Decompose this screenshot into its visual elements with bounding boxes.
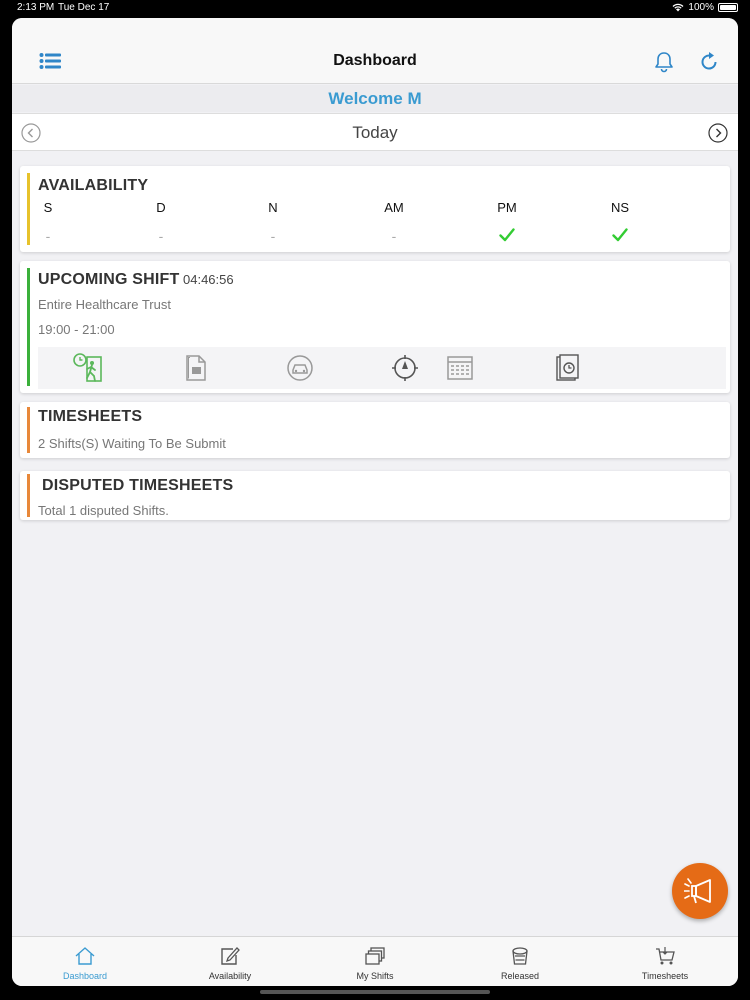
availability-value: - [270,228,276,244]
tab-timesheets[interactable]: Timesheets [605,937,725,986]
tab-my-shifts[interactable]: My Shifts [315,937,435,986]
availability-key: NS [610,200,630,215]
announcements-button[interactable] [672,863,728,919]
availability-title: AVAILABILITY [38,177,149,194]
upcoming-shift-card[interactable]: UPCOMING SHIFT 04:46:56 Entire Healthcar… [20,261,730,393]
availability-value: - [45,228,51,244]
timesheets-title: TIMESHEETS [38,408,143,425]
availability-key: AM [384,200,404,215]
nav-bar: Dashboard [12,18,738,84]
clock-in-icon [73,353,102,382]
shift-time: 19:00 - 21:00 [38,322,115,337]
cart-icon [656,947,675,965]
refresh-button[interactable] [697,50,721,74]
timesheet-doc-button[interactable] [552,352,584,384]
bell-icon [655,52,673,73]
megaphone-icon [684,878,711,904]
availability-key: N [268,200,278,215]
battery-icon [718,3,738,12]
next-day-button[interactable] [708,123,728,143]
layers-icon [365,947,385,965]
upcoming-shift-accent-bar [27,268,30,386]
availability-key: S [43,200,53,215]
car-button[interactable] [284,352,316,384]
edit-icon [221,947,240,965]
checkmark-icon [499,228,515,242]
page-title: Dashboard [333,52,417,69]
home-indicator [260,990,490,994]
status-time: 2:13 PM [17,2,55,13]
navigation-button[interactable] [389,352,421,384]
tab-label: My Shifts [356,971,394,981]
chevron-right-circle-icon [708,123,728,143]
car-icon [287,355,313,381]
app-frame: Dashboard Welcome M Today AVAILABILITY S… [12,18,738,986]
upcoming-shift-title: UPCOMING SHIFT [38,271,180,288]
availability-value: - [391,228,397,244]
shift-actions [38,347,726,389]
document-clock-icon [556,354,579,381]
tab-label: Dashboard [62,971,108,981]
shift-countdown: 04:46:56 [183,272,234,287]
document-icon [186,355,206,381]
disputed-timesheets-card[interactable]: DISPUTED TIMESHEETS Total 1 disputed Shi… [20,471,730,520]
clock-in-button[interactable] [72,352,104,384]
timesheets-card[interactable]: TIMESHEETS 2 Shifts(S) Waiting To Be Sub… [20,402,730,458]
welcome-banner: Welcome M [12,85,738,112]
wifi-icon [672,3,684,12]
tab-label: Released [500,971,540,981]
shift-trust: Entire Healthcare Trust [38,297,171,312]
availability-card[interactable]: AVAILABILITY S - D - N - AM - PM NS [20,166,730,252]
disputed-subtitle: Total 1 disputed Shifts. [38,503,169,518]
disputed-title: DISPUTED TIMESHEETS [42,477,234,494]
tab-released[interactable]: Released [460,937,580,986]
calendar-button[interactable] [444,352,476,384]
compass-icon [392,355,418,381]
availability-key: D [156,200,166,215]
tab-bar: Dashboard Availability My Shifts Release… [12,936,738,986]
disputed-accent-bar [27,474,30,517]
calendar-icon [447,356,473,380]
date-navigator: Today [12,113,738,151]
date-label: Today [352,123,398,142]
notifications-button[interactable] [652,50,676,74]
bucket-icon [512,947,528,965]
tab-dashboard[interactable]: Dashboard [25,937,145,986]
availability-value: - [158,228,164,244]
refresh-icon [701,52,717,70]
status-right: 100% [672,2,738,13]
status-date: Tue Dec 17 [58,2,110,13]
status-bar: 2:13 PM Tue Dec 17 100% [0,0,750,16]
timesheets-subtitle: 2 Shifts(S) Waiting To Be Submit [38,436,226,451]
checkmark-icon [612,228,628,242]
tab-label: Availability [208,971,252,981]
battery-percent: 100% [688,2,714,13]
home-icon [75,947,95,965]
timesheets-accent-bar [27,407,30,453]
document-button[interactable] [180,352,212,384]
availability-key: PM [497,200,517,215]
tab-availability[interactable]: Availability [170,937,290,986]
tab-label: Timesheets [641,971,689,981]
